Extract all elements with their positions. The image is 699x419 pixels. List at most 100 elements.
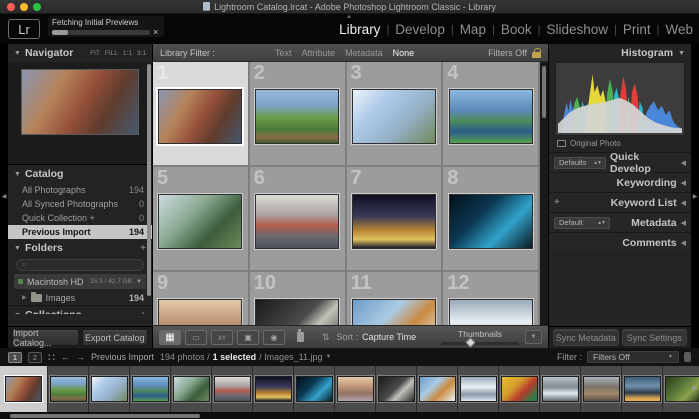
navigator-preview-image[interactable] (21, 69, 139, 135)
photo-thumbnail[interactable] (352, 89, 436, 144)
thumb-photo[interactable] (460, 376, 497, 402)
catalog-item-quick-collection[interactable]: Quick Collection + 0 (8, 211, 152, 225)
filmstrip-thumb[interactable] (335, 366, 376, 412)
expand-keywording-icon[interactable] (681, 179, 686, 187)
collapse-top-panel-icon[interactable] (346, 14, 352, 20)
navigator-header[interactable]: Navigator FIT FILL 1:1 3:1 (8, 44, 152, 62)
slider-thumb[interactable] (466, 337, 476, 347)
filters-state-dropdown[interactable]: Filters Off (488, 48, 527, 58)
grid-cell[interactable]: 6 (250, 167, 347, 272)
left-panel-scrollbar[interactable] (147, 64, 151, 296)
photo-thumbnail[interactable] (352, 194, 436, 249)
filmstrip-thumb[interactable] (540, 366, 581, 412)
module-web[interactable]: Web (665, 22, 693, 37)
go-forward-icon[interactable] (76, 352, 85, 362)
filter-metadata-button[interactable]: Metadata (345, 48, 383, 58)
thumb-photo[interactable] (5, 376, 42, 402)
zoom-3-1[interactable]: 3:1 (137, 50, 146, 57)
thumb-photo[interactable] (583, 376, 620, 402)
folder-search-input[interactable] (16, 259, 144, 271)
thumb-photo[interactable] (624, 376, 661, 402)
collapse-left-panel-icon[interactable] (2, 193, 7, 200)
filmstrip-source[interactable]: Previous Import (91, 352, 154, 362)
histogram-panel[interactable] (555, 62, 685, 136)
survey-view-button[interactable] (237, 330, 259, 345)
thumb-photo[interactable] (50, 376, 87, 402)
right-panel-gutter[interactable] (691, 44, 699, 348)
thumb-photo[interactable] (255, 376, 292, 402)
volume-disclosure-icon[interactable] (136, 279, 142, 285)
left-panel-gutter[interactable] (0, 44, 8, 348)
filmstrip-thumb[interactable] (48, 366, 89, 412)
expand-quick-develop-icon[interactable] (681, 159, 686, 167)
zoom-1-1[interactable]: 1:1 (123, 50, 132, 57)
volume-row[interactable]: Macintosh HD 15.3 / 42.7 GB (14, 274, 146, 289)
histogram-header[interactable]: Histogram (549, 44, 691, 62)
secondary-monitor-button[interactable]: 2 (28, 352, 42, 363)
toolbar-options-dropdown[interactable] (525, 330, 542, 344)
thumb-photo[interactable] (173, 376, 210, 402)
filmstrip-thumb[interactable] (622, 366, 663, 412)
filmstrip-status[interactable]: 194 photos / 1 selected / Images_11.jpg (160, 352, 331, 362)
zoom-fit[interactable]: FIT (90, 50, 100, 57)
quick-develop-preset-dropdown[interactable]: Defaults (554, 157, 606, 169)
filter-switch-icon[interactable] (684, 352, 691, 362)
grid-cell[interactable]: 12 (443, 272, 540, 325)
filmstrip-thumb[interactable] (294, 366, 335, 412)
grid-cell[interactable]: 5 (153, 167, 250, 272)
collapse-folders-icon[interactable] (14, 245, 21, 252)
zoom-window-button[interactable] (33, 3, 41, 11)
filmstrip-thumb[interactable] (581, 366, 622, 412)
painter-tool-icon[interactable] (297, 332, 304, 342)
grid-view-button[interactable] (159, 330, 181, 345)
collapse-right-panel-icon[interactable] (693, 193, 698, 200)
module-slideshow[interactable]: Slideshow (546, 22, 608, 37)
filmstrip-thumb[interactable] (417, 366, 458, 412)
sync-settings-button[interactable]: Sync Settings (622, 329, 688, 346)
metadata-preset-dropdown[interactable]: Default (554, 217, 610, 229)
go-back-icon[interactable] (61, 352, 70, 362)
filmstrip-thumb[interactable] (212, 366, 253, 412)
folder-expand-icon[interactable] (22, 294, 27, 301)
collapse-collections-icon[interactable] (14, 312, 21, 315)
filmstrip-thumb[interactable] (376, 366, 417, 412)
grid-cell[interactable]: 4 (443, 62, 540, 167)
catalog-item-previous-import[interactable]: Previous Import 194 (8, 225, 152, 239)
keywording-title[interactable]: Keywording (617, 177, 677, 189)
thumb-photo[interactable] (419, 376, 456, 402)
module-map[interactable]: Map (460, 22, 486, 37)
thumb-photo[interactable] (378, 376, 415, 402)
photo-thumbnail[interactable] (255, 194, 339, 249)
compare-view-button[interactable] (211, 330, 233, 345)
cancel-task-icon[interactable]: × (153, 29, 158, 35)
keyword-list-title[interactable]: Keyword List (611, 197, 677, 209)
thumb-photo[interactable] (214, 376, 251, 402)
photo-thumbnail[interactable] (449, 89, 533, 144)
loupe-view-button[interactable] (185, 330, 207, 345)
expand-metadata-icon[interactable] (681, 219, 686, 227)
grid-cell[interactable]: 9 (153, 272, 250, 325)
photo-thumbnail[interactable] (158, 89, 242, 144)
folders-header[interactable]: Folders + (8, 239, 152, 257)
module-book[interactable]: Book (501, 22, 532, 37)
folder-item-images[interactable]: Images 194 (8, 290, 152, 305)
sort-criteria-dropdown[interactable]: Capture Time (362, 332, 416, 342)
filter-text-button[interactable]: Text (275, 48, 292, 58)
filmstrip-scrollbar[interactable] (10, 414, 200, 418)
thumb-photo[interactable] (337, 376, 374, 402)
collapse-histogram-icon[interactable] (678, 50, 685, 57)
close-window-button[interactable] (7, 3, 15, 11)
photo-thumbnail[interactable] (255, 89, 339, 144)
photo-thumbnail[interactable] (449, 299, 533, 325)
grid-cell[interactable]: 8 (443, 167, 540, 272)
collections-header[interactable]: Collections + (8, 306, 152, 314)
filter-none-button[interactable]: None (393, 48, 415, 58)
thumb-photo[interactable] (296, 376, 333, 402)
photo-thumbnail[interactable] (352, 299, 436, 325)
keyword-list-section[interactable]: + Keyword List (549, 192, 691, 212)
quick-develop-title[interactable]: Quick Develop (610, 151, 677, 175)
comments-section[interactable]: Comments (549, 232, 691, 252)
filmstrip-filter-dropdown[interactable]: Filters Off (587, 351, 679, 363)
add-folder-icon[interactable]: + (140, 243, 146, 254)
photo-thumbnail[interactable] (449, 194, 533, 249)
